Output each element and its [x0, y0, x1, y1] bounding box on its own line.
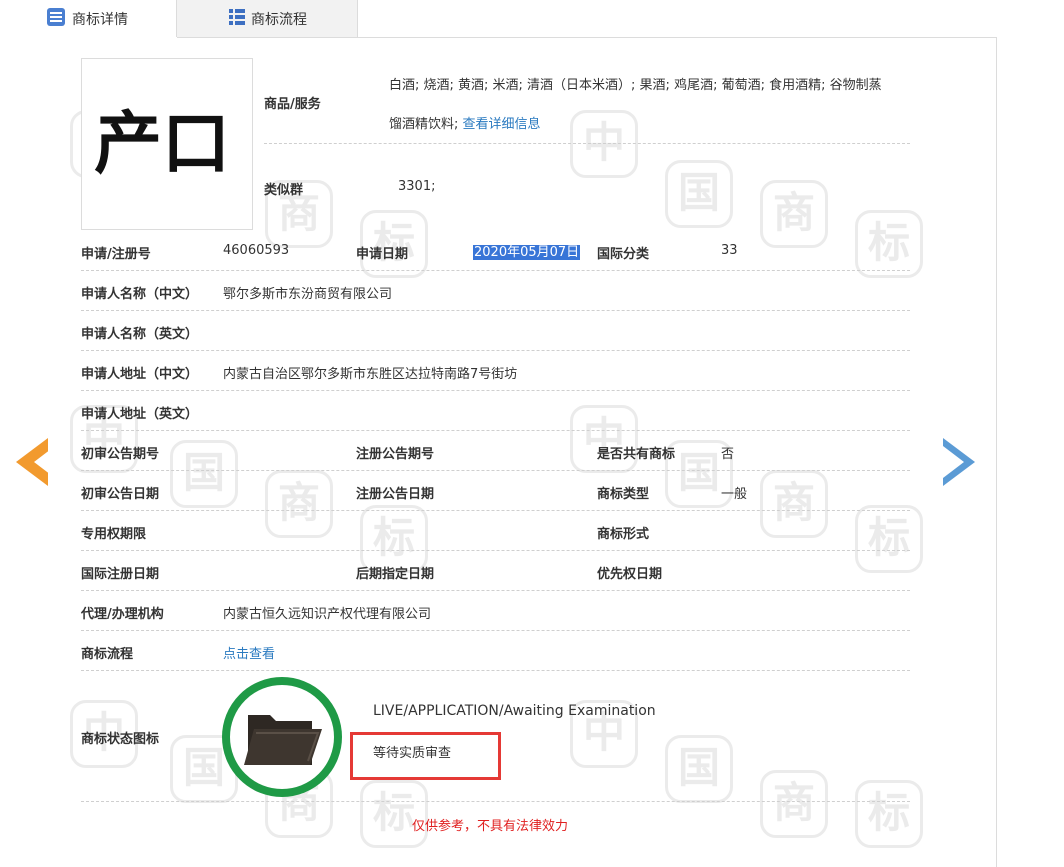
tab-trademark-details[interactable]: 商标详情 [0, 0, 177, 37]
app-date-label: 申请日期 [356, 243, 408, 262]
watermark-char: 国 [665, 735, 733, 803]
exclusive-period-label: 专用权期限 [81, 523, 146, 542]
divider [264, 143, 910, 144]
list-icon [46, 7, 66, 31]
applicant-cn-value: 鄂尔多斯市东汾商贸有限公司 [223, 283, 392, 302]
divider [81, 270, 910, 271]
next-arrow-inner [943, 446, 964, 478]
grid-icon [229, 9, 245, 29]
watermark-char: 标 [855, 780, 923, 848]
applicant-cn-label: 申请人名称（中文） [81, 283, 198, 302]
goods-label: 商品/服务 [264, 93, 321, 112]
divider [81, 590, 910, 591]
similar-group-value: 3301; [398, 179, 435, 194]
status-icon-label: 商标状态图标 [81, 728, 159, 747]
watermark-char: 标 [855, 210, 923, 278]
status-cn: 等待实质审查 [373, 742, 451, 761]
divider [81, 430, 910, 431]
status-badge [222, 677, 342, 797]
trademark-logo: 产口 [81, 58, 253, 230]
divider [81, 670, 910, 671]
similar-group-label: 类似群 [264, 179, 303, 198]
tab-bar: 商标详情 商标流程 [0, 0, 997, 38]
trademark-logo-text: 产口 [94, 104, 230, 184]
divider [81, 801, 910, 802]
shared-tm-label: 是否共有商标 [597, 443, 675, 462]
intl-class-value: 33 [721, 243, 738, 258]
disclaimer-note: 仅供参考，不具有法律效力 [412, 815, 568, 834]
divider [81, 630, 910, 631]
watermark-char: 标 [360, 780, 428, 848]
divider [81, 550, 910, 551]
address-en-label: 申请人地址（英文） [81, 403, 198, 422]
tm-form-label: 商标形式 [597, 523, 649, 542]
watermark-char: 商 [265, 470, 333, 538]
goods-line-text: 馏酒精饮料; [389, 117, 463, 132]
goods-line: 白酒; 烧酒; 黄酒; 米酒; 清酒（日本米酒）; 果酒; 鸡尾酒; 葡萄酒; … [389, 66, 909, 105]
goods-line: 馏酒精饮料; 查看详细信息 [389, 105, 909, 144]
watermark-char: 商 [760, 470, 828, 538]
app-date-value: 2020年05月07日 [473, 241, 580, 260]
view-details-link[interactable]: 查看详细信息 [463, 117, 541, 132]
watermark-char: 国 [665, 160, 733, 228]
prelim-pub-date-label: 初审公告日期 [81, 483, 159, 502]
watermark-char: 标 [855, 505, 923, 573]
process-label: 商标流程 [81, 643, 133, 662]
divider [81, 470, 910, 471]
folder-icon [230, 685, 334, 789]
reg-pub-no-label: 注册公告期号 [356, 443, 434, 462]
priority-date-label: 优先权日期 [597, 563, 662, 582]
tab-label: 商标详情 [72, 9, 128, 29]
watermark-char: 国 [170, 440, 238, 508]
reg-pub-date-label: 注册公告日期 [356, 483, 434, 502]
reg-no-label: 申请/注册号 [81, 243, 151, 262]
tab-trademark-process[interactable]: 商标流程 [177, 0, 358, 38]
divider [81, 350, 910, 351]
agent-value: 内蒙古恒久远知识产权代理有限公司 [223, 603, 431, 622]
reg-no-value: 46060593 [223, 243, 289, 258]
divider [81, 390, 910, 391]
trademark-logo-image: 产口 [82, 59, 252, 229]
applicant-en-label: 申请人名称（英文） [81, 323, 198, 342]
prev-arrow-inner [34, 446, 55, 478]
divider [81, 310, 910, 311]
view-process-link[interactable]: 点击查看 [223, 643, 275, 662]
watermark-char: 商 [760, 180, 828, 248]
address-cn-value: 内蒙古自治区鄂尔多斯市东胜区达拉特南路7号街坊 [223, 363, 517, 382]
prelim-pub-no-label: 初审公告期号 [81, 443, 159, 462]
tm-type-value: 一般 [721, 483, 747, 502]
watermark-char: 商 [760, 770, 828, 838]
intl-class-label: 国际分类 [597, 243, 649, 262]
app-date-highlight: 2020年05月07日 [473, 245, 580, 260]
divider [81, 510, 910, 511]
tm-type-label: 商标类型 [597, 483, 649, 502]
tab-label: 商标流程 [251, 9, 307, 29]
goods-list: 白酒; 烧酒; 黄酒; 米酒; 清酒（日本米酒）; 果酒; 鸡尾酒; 葡萄酒; … [389, 66, 909, 144]
address-cn-label: 申请人地址（中文） [81, 363, 198, 382]
intl-reg-date-label: 国际注册日期 [81, 563, 159, 582]
agent-label: 代理/办理机构 [81, 603, 164, 622]
status-en: LIVE/APPLICATION/Awaiting Examination [373, 703, 656, 719]
later-designation-label: 后期指定日期 [356, 563, 434, 582]
watermark-char: 中 [570, 405, 638, 473]
shared-tm-value: 否 [721, 443, 734, 462]
